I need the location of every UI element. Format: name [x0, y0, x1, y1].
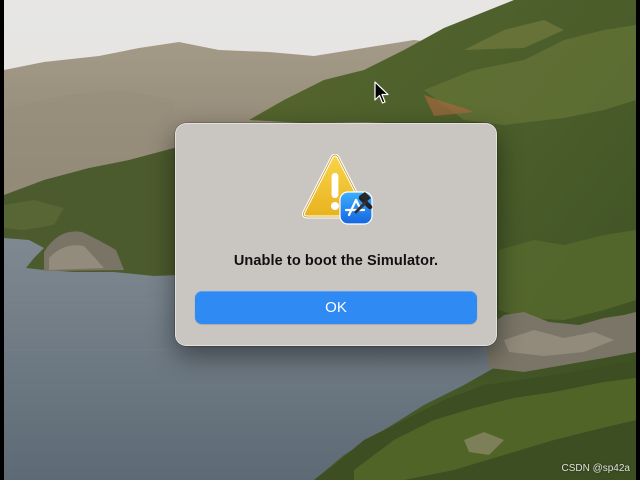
alert-dialog: Unable to boot the Simulator. OK: [175, 123, 497, 346]
mouse-pointer-icon: [374, 81, 389, 104]
alert-message: Unable to boot the Simulator.: [233, 253, 439, 269]
warning-icon: [299, 154, 375, 226]
ok-button[interactable]: OK: [195, 291, 477, 324]
watermark: CSDN @sp42a: [561, 463, 630, 474]
desktop: Unable to boot the Simulator. OK CSDN @s…: [4, 0, 636, 480]
app-store-badge-icon: [339, 191, 373, 225]
